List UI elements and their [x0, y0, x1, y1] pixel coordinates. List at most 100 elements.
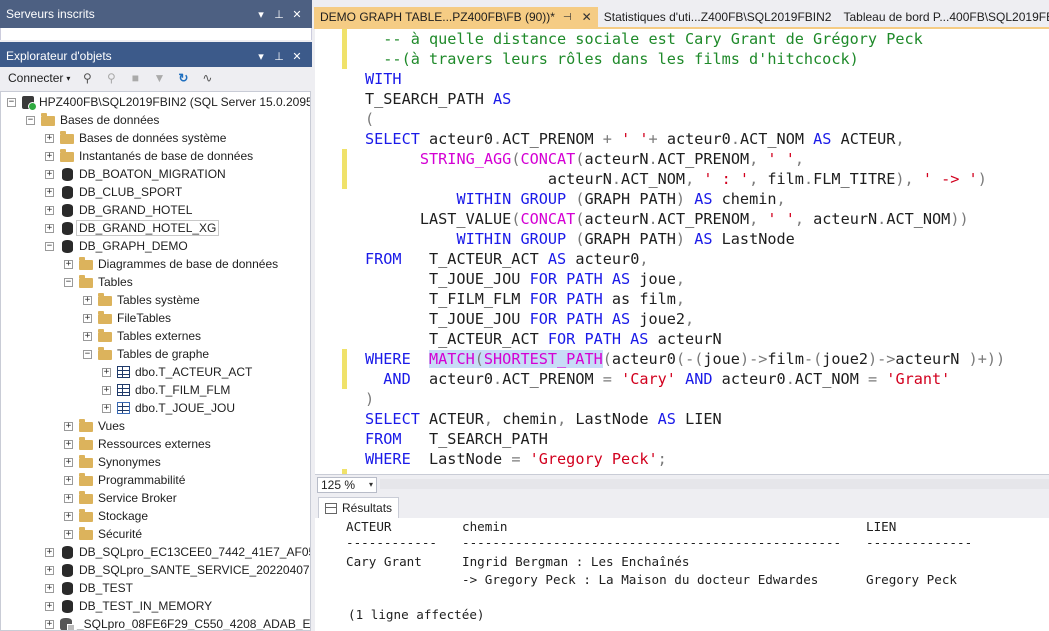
expand-icon[interactable]: +: [64, 493, 73, 503]
dropdown-icon[interactable]: ▾: [252, 50, 270, 63]
code-token: AND: [685, 370, 722, 388]
expand-icon[interactable]: +: [45, 205, 54, 215]
expand-icon[interactable]: +: [45, 619, 54, 629]
tree-node[interactable]: + dbo.T_FILM_FLM: [102, 381, 230, 399]
code-token: CONCAT: [520, 210, 576, 228]
tab-statistiques[interactable]: Statistiques d'uti...Z400FB\SQL2019FBIN2: [598, 7, 838, 27]
close-icon[interactable]: ✕: [288, 50, 306, 63]
column-header-lien: LIEN: [866, 519, 897, 534]
tab-demo-graph-table[interactable]: DEMO GRAPH TABLE...PZ400FB\FB (90))* ⊣ ✕: [314, 7, 598, 27]
code-token: ): [675, 230, 695, 248]
pin-icon[interactable]: ⊥: [270, 8, 288, 21]
collapse-icon[interactable]: −: [64, 277, 73, 287]
connect-label: Connecter: [8, 71, 64, 85]
tree-node[interactable]: + Bases de données système: [45, 129, 226, 147]
collapse-icon[interactable]: −: [45, 241, 54, 251]
stop-icon[interactable]: ■: [128, 71, 142, 85]
code-token: .: [648, 150, 658, 168]
registered-servers-header[interactable]: Serveurs inscrits ▾ ⊥ ✕: [0, 0, 312, 28]
expand-icon[interactable]: +: [45, 133, 54, 143]
tree-node[interactable]: + FileTables: [83, 309, 171, 327]
tree-node[interactable]: + DB_BOATON_MIGRATION: [45, 165, 226, 183]
expand-icon[interactable]: +: [102, 403, 111, 413]
tree-node[interactable]: + DB_SQLpro_EC13CEE0_7442_41E7_AF05_45: [45, 543, 310, 561]
expand-icon[interactable]: +: [45, 565, 54, 575]
tab-tableau-de-bord[interactable]: Tableau de bord P...400FB\SQL2019FBIN2: [837, 7, 1049, 27]
expand-icon[interactable]: +: [45, 151, 54, 161]
expand-icon[interactable]: +: [64, 259, 73, 269]
expand-icon[interactable]: +: [64, 475, 73, 485]
tree-node[interactable]: + dbo.T_ACTEUR_ACT: [102, 363, 252, 381]
expand-icon[interactable]: +: [45, 187, 54, 197]
expand-icon[interactable]: +: [64, 421, 73, 431]
tree-node[interactable]: + DB_TEST_IN_MEMORY: [45, 597, 212, 615]
code-token: FROM: [365, 250, 430, 268]
code-token: ,: [639, 250, 649, 268]
tree-node[interactable]: + Diagrammes de base de données: [64, 255, 278, 273]
tree-node[interactable]: + Ressources externes: [64, 435, 211, 453]
expand-icon[interactable]: +: [64, 439, 73, 449]
tree-node[interactable]: + DB_GRAND_HOTEL: [45, 201, 192, 219]
expand-icon[interactable]: +: [64, 457, 73, 467]
cell-chemin-line1: Ingrid Bergman : Les Enchaînés: [462, 554, 690, 569]
code-token: (: [602, 350, 612, 368]
tree-node[interactable]: + Service Broker: [64, 489, 177, 507]
tab-results[interactable]: Résultats: [318, 497, 400, 518]
close-icon[interactable]: ✕: [582, 10, 592, 24]
pin-icon[interactable]: ⊥: [270, 50, 288, 63]
tree-node[interactable]: − Tables: [64, 273, 133, 291]
expand-icon[interactable]: +: [83, 295, 92, 305]
tree-node[interactable]: + Programmabilité: [64, 471, 185, 489]
activity-monitor-icon[interactable]: ∿: [200, 71, 214, 85]
pin-icon[interactable]: ⊣: [563, 12, 572, 23]
object-explorer-header[interactable]: Explorateur d'objets ▾ ⊥ ✕: [0, 42, 312, 70]
tree-node[interactable]: + _SQLpro_08FE6F29_C550_4208_ADAB_ED7F: [45, 615, 310, 630]
cell-acteur: Cary Grant: [346, 554, 422, 569]
code-token: WHERE: [365, 450, 430, 468]
tree-node[interactable]: + Vues: [64, 417, 125, 435]
expand-icon[interactable]: +: [64, 511, 73, 521]
expand-icon[interactable]: +: [45, 583, 54, 593]
expand-icon[interactable]: +: [102, 367, 111, 377]
results-text[interactable]: ACTEUR chemin LIEN ------------ --------…: [315, 518, 1049, 631]
filter-icon[interactable]: ▼: [152, 71, 166, 85]
tree-node[interactable]: − Tables de graphe: [83, 345, 209, 363]
collapse-icon[interactable]: −: [26, 115, 35, 125]
expand-icon[interactable]: +: [45, 169, 54, 179]
code-token: ,: [675, 290, 686, 308]
disconnect-icon[interactable]: ⚲: [104, 71, 118, 85]
tree-node[interactable]: + Tables système: [83, 291, 200, 309]
refresh-icon[interactable]: ↻: [176, 71, 190, 85]
code-token: ACT_NOM: [794, 370, 868, 388]
tree-node[interactable]: + Instantanés de base de données: [45, 147, 253, 165]
expand-icon[interactable]: +: [102, 385, 111, 395]
tree-node[interactable]: − HPZ400FB\SQL2019FBIN2 (SQL Server 15.0.…: [7, 93, 310, 111]
expand-icon[interactable]: +: [64, 529, 73, 539]
expand-icon[interactable]: +: [45, 601, 54, 611]
zoom-select[interactable]: 125 % ▾: [317, 476, 377, 493]
tree-node[interactable]: + Synonymes: [64, 453, 161, 471]
tree-node[interactable]: − Bases de données: [26, 111, 159, 129]
expand-icon[interactable]: +: [83, 313, 92, 323]
tree-node[interactable]: + DB_GRAND_HOTEL_XG: [45, 219, 220, 237]
expand-icon[interactable]: +: [45, 223, 54, 233]
tree-node[interactable]: + DB_CLUB_SPORT: [45, 183, 182, 201]
tree-node[interactable]: + Tables externes: [83, 327, 201, 345]
collapse-icon[interactable]: −: [83, 349, 92, 359]
tree-node[interactable]: + dbo.T_JOUE_JOU: [102, 399, 235, 417]
query-editor[interactable]: -- à quelle distance sociale est Cary Gr…: [315, 29, 1049, 474]
dropdown-icon[interactable]: ▾: [252, 8, 270, 21]
tree-node[interactable]: + Stockage: [64, 507, 148, 525]
close-icon[interactable]: ✕: [288, 8, 306, 21]
tree-node[interactable]: − DB_GRAPH_DEMO: [45, 237, 188, 255]
expand-icon[interactable]: +: [83, 331, 92, 341]
tree-node[interactable]: + DB_SQLpro_SANTE_SERVICE_20220407: [45, 561, 310, 579]
tree-node[interactable]: + DB_TEST: [45, 579, 133, 597]
horizontal-scrollbar[interactable]: [380, 479, 1049, 489]
code-token: ,: [685, 170, 704, 188]
expand-icon[interactable]: +: [45, 547, 54, 557]
collapse-icon[interactable]: −: [7, 97, 16, 107]
connect-button[interactable]: Connecter ▾: [8, 71, 70, 85]
connect-plug-icon[interactable]: ⚲: [80, 71, 94, 85]
tree-node[interactable]: + Sécurité: [64, 525, 142, 543]
